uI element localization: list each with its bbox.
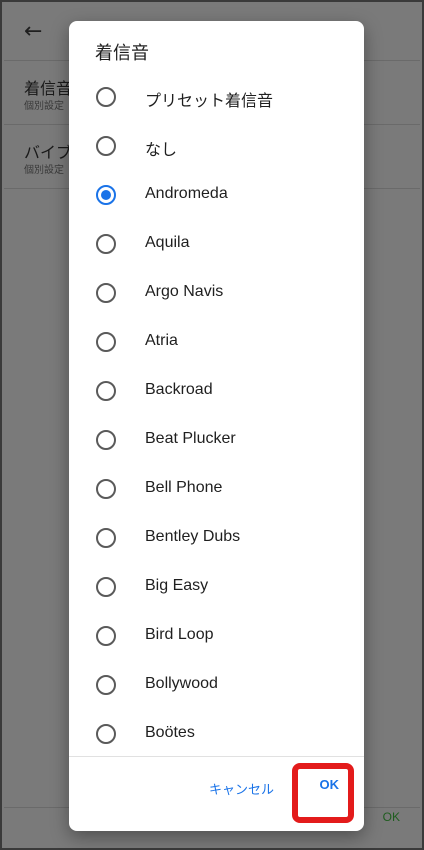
setting-title: 着信音 xyxy=(24,79,73,98)
radio-unchecked-icon[interactable] xyxy=(96,87,116,107)
ringtone-option-label: Boötes xyxy=(145,724,195,741)
radio-unchecked-icon[interactable] xyxy=(96,332,116,352)
ringtone-option-label: Bird Loop xyxy=(145,626,214,643)
background-ok-button[interactable]: OK xyxy=(383,810,400,824)
radio-unchecked-icon[interactable] xyxy=(96,479,116,499)
ringtone-option-label: Bell Phone xyxy=(145,479,223,496)
ringtone-option[interactable]: Big Easy xyxy=(69,563,364,612)
ringtone-option-label: プリセット着信音 xyxy=(145,91,274,110)
ringtone-option[interactable]: Aquila xyxy=(69,220,364,269)
ringtone-option-label: Beat Plucker xyxy=(145,430,236,447)
ringtone-option[interactable]: Bell Phone xyxy=(69,465,364,514)
ringtone-option-label: Aquila xyxy=(145,234,190,251)
ringtone-option-label: Backroad xyxy=(145,381,213,398)
ringtone-option[interactable]: Bentley Dubs xyxy=(69,514,364,563)
ringtone-option[interactable]: Bird Loop xyxy=(69,612,364,661)
cancel-button[interactable]: キャンセル xyxy=(209,779,274,798)
radio-unchecked-icon[interactable] xyxy=(96,283,116,303)
arrow-left-icon[interactable]: ← xyxy=(24,20,48,44)
radio-checked-icon[interactable] xyxy=(96,185,116,205)
ringtone-option[interactable]: Backroad xyxy=(69,367,364,416)
ringtone-option[interactable]: Argo Navis xyxy=(69,269,364,318)
ringtone-option-label: Bollywood xyxy=(145,675,218,692)
radio-unchecked-icon[interactable] xyxy=(96,724,116,744)
radio-unchecked-icon[interactable] xyxy=(96,381,116,401)
setting-subtitle: 個別設定 xyxy=(24,101,64,112)
radio-unchecked-icon[interactable] xyxy=(96,136,116,156)
highlight-box xyxy=(292,763,354,823)
dialog-title: 着信音 xyxy=(95,43,149,64)
ringtone-option-label: Atria xyxy=(145,332,178,349)
setting-title: バイブ xyxy=(24,143,73,162)
radio-unchecked-icon[interactable] xyxy=(96,234,116,254)
ringtone-option-label: Andromeda xyxy=(145,185,228,202)
ringtone-option[interactable]: Beat Plucker xyxy=(69,416,364,465)
setting-subtitle: 個別設定 xyxy=(24,165,64,176)
ringtone-option[interactable]: プリセット着信音 xyxy=(69,73,364,122)
ringtone-list: プリセット着信音 なし Andromeda Aquila Argo Navis Atria… xyxy=(69,73,364,759)
radio-unchecked-icon[interactable] xyxy=(96,577,116,597)
ringtone-option[interactable]: Andromeda xyxy=(69,171,364,220)
ringtone-dialog: 着信音 プリセット着信音 なし Andromeda Aquila Argo Navis A… xyxy=(69,21,364,831)
radio-unchecked-icon[interactable] xyxy=(96,528,116,548)
radio-unchecked-icon[interactable] xyxy=(96,626,116,646)
dialog-actions: キャンセル OK xyxy=(69,757,364,831)
ok-button[interactable]: OK xyxy=(320,777,340,792)
ringtone-option-label: なし xyxy=(145,140,178,159)
radio-unchecked-icon[interactable] xyxy=(96,675,116,695)
radio-unchecked-icon[interactable] xyxy=(96,430,116,450)
ringtone-option[interactable]: Atria xyxy=(69,318,364,367)
ringtone-option[interactable]: Boötes xyxy=(69,710,364,759)
ringtone-option-label: Big Easy xyxy=(145,577,209,594)
ringtone-option[interactable]: Bollywood xyxy=(69,661,364,710)
ringtone-option[interactable]: なし xyxy=(69,122,364,171)
ringtone-option-label: Bentley Dubs xyxy=(145,528,241,545)
ringtone-option-label: Argo Navis xyxy=(145,283,224,300)
